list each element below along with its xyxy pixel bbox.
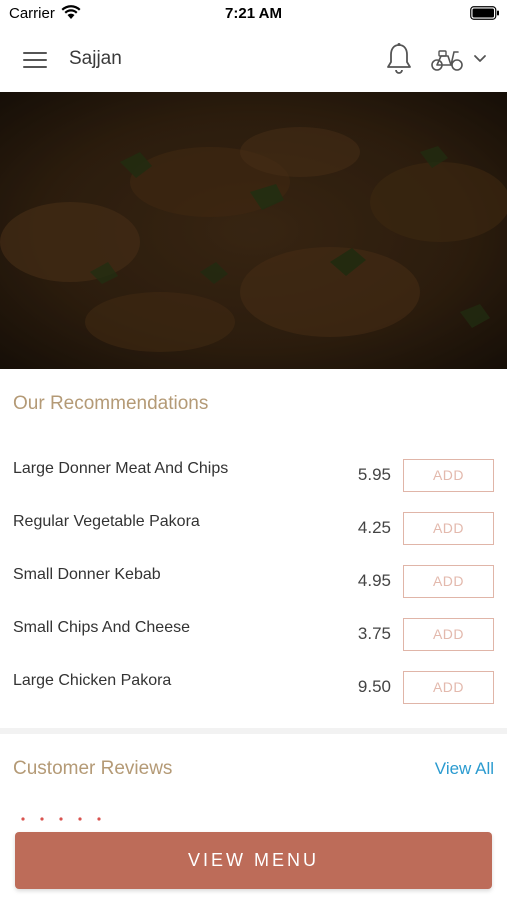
list-item: Small Donner Kebab 4.95 ADD [0, 554, 507, 607]
list-item: Large Donner Meat And Chips 5.95 ADD [0, 448, 507, 501]
reviews-heading: Customer Reviews [13, 758, 173, 779]
menu-icon-line [23, 59, 47, 61]
menu-button[interactable] [19, 46, 51, 74]
item-name: Large Chicken Pakora [13, 672, 172, 689]
menu-icon-line [23, 66, 47, 68]
app-header: Sajjan [0, 28, 507, 92]
menu-icon-line [23, 52, 47, 54]
add-button[interactable]: ADD [403, 512, 494, 545]
item-price: 3.75 [357, 624, 391, 643]
section-divider [0, 728, 507, 734]
list-item: Large Chicken Pakora 9.50 ADD [0, 660, 507, 713]
item-name: Small Donner Kebab [13, 566, 161, 583]
clock-time: 7:21 AM [225, 5, 282, 22]
view-menu-button[interactable]: VIEW MENU [15, 832, 492, 889]
item-price: 4.95 [357, 571, 391, 590]
item-name: Small Chips And Cheese [13, 619, 190, 636]
item-price: 9.50 [357, 677, 391, 696]
recommendations-heading: Our Recommendations [13, 393, 209, 414]
add-button[interactable]: ADD [403, 459, 494, 492]
curry-image [0, 92, 507, 369]
chevron-down-icon[interactable] [472, 52, 488, 64]
status-bar: Carrier 7:21 AM [0, 0, 507, 28]
add-button[interactable]: ADD [403, 565, 494, 598]
view-all-link[interactable]: View All [435, 759, 494, 779]
list-item: Small Chips And Cheese 3.75 ADD [0, 607, 507, 660]
restaurant-title: Sajjan [69, 48, 122, 69]
bell-icon[interactable] [384, 42, 414, 76]
rating-stars-icon [21, 817, 101, 821]
add-button[interactable]: ADD [403, 618, 494, 651]
item-price: 4.25 [357, 518, 391, 537]
item-price: 5.95 [357, 465, 391, 484]
add-button[interactable]: ADD [403, 671, 494, 704]
list-item: Regular Vegetable Pakora 4.25 ADD [0, 501, 507, 554]
item-name: Regular Vegetable Pakora [13, 513, 200, 530]
scooter-icon[interactable] [430, 46, 464, 72]
item-name: Large Donner Meat And Chips [13, 460, 229, 477]
hero-food-image [0, 92, 507, 369]
battery-icon [470, 6, 499, 20]
